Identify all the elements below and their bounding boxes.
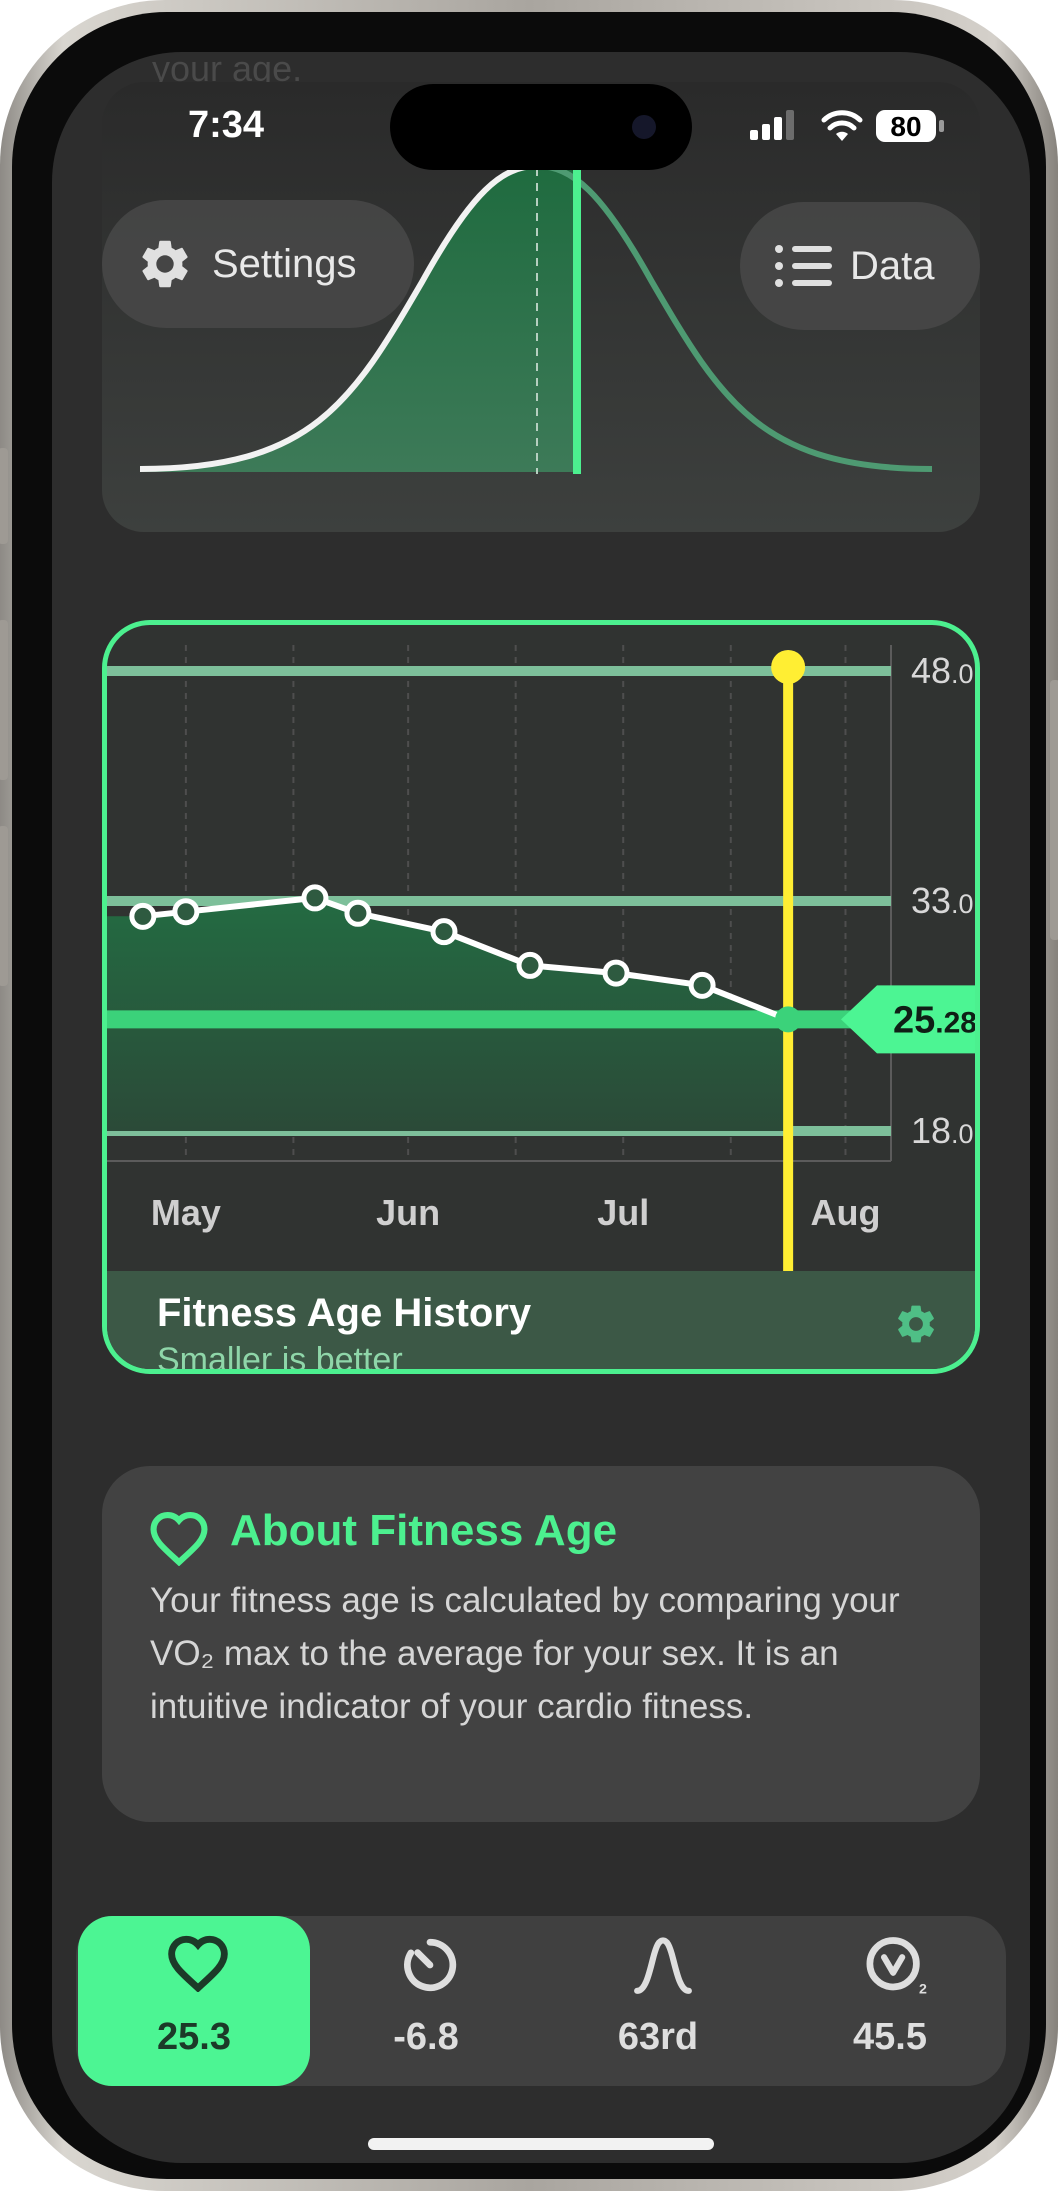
history-chart: 25.28 48.033.018.0 May Jun Jul Aug (107, 645, 975, 1285)
volume-up-button (0, 620, 8, 780)
data-point (344, 899, 372, 927)
y-tick-band (107, 896, 891, 906)
chart-title: Fitness Age History (157, 1291, 532, 1335)
marker-top-dot (771, 650, 806, 684)
x-tick-label: Jun (376, 1192, 440, 1233)
gear-icon (142, 240, 188, 288)
data-point (602, 959, 630, 987)
status-time: 7:34 (188, 104, 265, 146)
x-tick-label: May (151, 1192, 221, 1233)
tab-fitness-age[interactable]: 25.3 (78, 1916, 310, 2086)
tab-label: 45.5 (853, 2016, 927, 2058)
data-point (516, 951, 544, 979)
marker-current-dot (775, 1006, 802, 1033)
fitness-age-history-card[interactable]: 25.28 48.0 33.0 18.0 May Jun Jul Aug Fitness … (102, 620, 980, 1374)
list-icon (775, 245, 832, 287)
stopwatch-icon (404, 1938, 457, 1992)
y-tick-main: 33 (911, 880, 951, 921)
data-button[interactable]: Data (740, 202, 980, 330)
vo2-icon: 2 (866, 1937, 927, 1996)
chart-settings-gear-icon[interactable] (893, 1301, 939, 1347)
battery-level: 80 (890, 111, 922, 142)
svg-text:2: 2 (919, 1981, 927, 1996)
chart-subtitle: Smaller is better (157, 1341, 403, 1374)
dynamic-island (390, 84, 692, 170)
about-fitness-age-card: About Fitness Age Your fitness age is ca… (102, 1466, 980, 1822)
current-value-whole: 25 (893, 999, 935, 1041)
power-button (1050, 680, 1058, 940)
screen: your age. 7:34 80 Settings Data 25.28 48… (52, 52, 1030, 2163)
tab-label: 63rd (617, 2016, 699, 2058)
chart-footer: Fitness Age History Smaller is better (107, 1271, 975, 1374)
y-tick-main: 48 (911, 650, 951, 691)
heart-icon (168, 1935, 228, 1992)
phone-frame: your age. 7:34 80 Settings Data 25.28 48… (0, 0, 1058, 2191)
data-point (688, 971, 716, 999)
tab-percentile[interactable]: 63rd (542, 1916, 774, 2086)
data-label: Data (850, 243, 935, 288)
about-body: Your fitness age is calculated by compar… (150, 1581, 900, 1726)
heart-icon (150, 1512, 208, 1566)
current-value-fraction: .28 (935, 1006, 975, 1039)
wifi-icon (821, 110, 863, 141)
data-point (172, 898, 200, 926)
data-point (430, 918, 458, 946)
cellular-icon (750, 110, 794, 140)
data-point (301, 884, 329, 912)
x-tick-label: Aug (810, 1192, 880, 1233)
tab-label: -6.8 (393, 2016, 459, 2058)
x-tick-label: Jul (597, 1192, 649, 1233)
tab-age-difference[interactable]: -6.8 (310, 1916, 542, 2086)
battery-cap (939, 120, 944, 132)
current-value-text: 25.28 (893, 999, 975, 1041)
bezel: your age. 7:34 80 Settings Data 25.28 48… (12, 12, 1046, 2179)
tab-vo2-max[interactable]: 2 45.5 (774, 1916, 1006, 2086)
y-tick-label: 48.0 (911, 650, 974, 691)
y-tick-fraction: .0 (951, 1119, 974, 1149)
y-tick-fraction: .0 (951, 889, 974, 919)
data-point (129, 902, 157, 930)
y-tick-fraction: .0 (951, 659, 974, 689)
settings-button[interactable]: Settings (102, 200, 414, 328)
y-tick-main: 18 (911, 1110, 951, 1151)
action-button (0, 448, 8, 544)
about-title: About Fitness Age (230, 1506, 618, 1555)
home-indicator[interactable] (368, 2138, 714, 2150)
camera-icon (632, 115, 656, 139)
bell-curve-icon (634, 1937, 692, 1994)
settings-label: Settings (212, 241, 357, 286)
tab-label: 25.3 (157, 2016, 231, 2058)
y-tick-label: 18.0 (911, 1110, 974, 1151)
tab-bar: 25.3 -6.8 63rd 2 45.5 (76, 1916, 1006, 2086)
battery-icon: 80 (876, 110, 944, 142)
y-tick-label: 33.0 (911, 880, 974, 921)
volume-down-button (0, 826, 8, 986)
